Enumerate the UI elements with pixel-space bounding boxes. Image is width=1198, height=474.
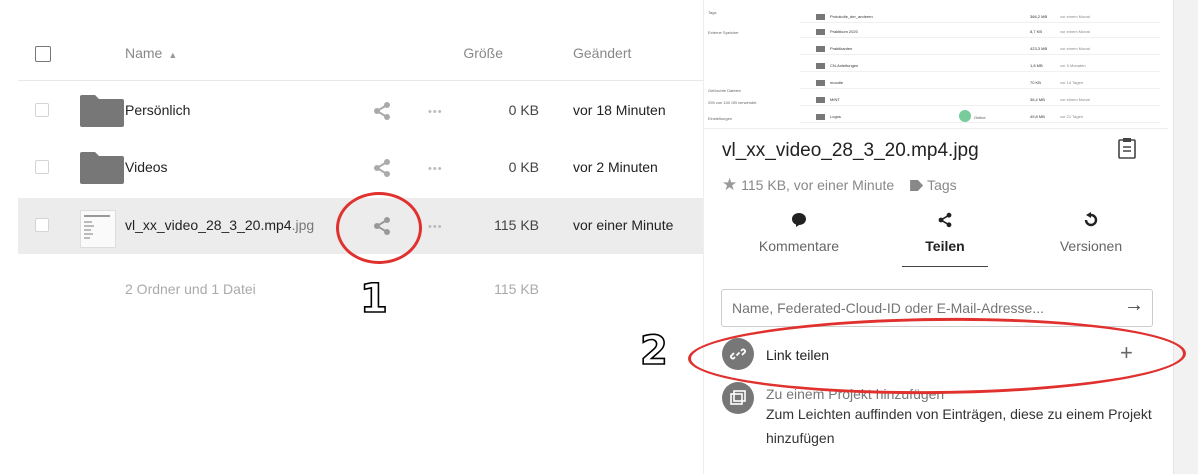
file-size: 115 KB bbox=[494, 217, 539, 233]
annotation-number-1: 1 bbox=[359, 275, 388, 323]
row-checkbox[interactable] bbox=[35, 218, 49, 232]
preview-nav-item: Gelöschte Dateien bbox=[708, 88, 741, 93]
preview-row: Praktikanten 423,3 MB vor einem Monat bbox=[800, 44, 1160, 55]
file-name[interactable]: Videos bbox=[125, 159, 168, 175]
sidebar-file-title: vl_xx_video_28_3_20.mp4.jpg bbox=[722, 140, 979, 161]
file-modified: vor 2 Minuten bbox=[573, 159, 658, 175]
row-checkbox[interactable] bbox=[35, 103, 49, 117]
share-icon[interactable] bbox=[373, 158, 391, 178]
summary-count: 2 Ordner und 1 Datei bbox=[125, 281, 256, 297]
tab-comments[interactable]: Kommentare bbox=[724, 212, 874, 254]
image-thumbnail bbox=[80, 210, 116, 248]
annotation-number-2: 2 bbox=[639, 327, 668, 375]
summary-size: 115 KB bbox=[494, 281, 539, 297]
more-actions-icon[interactable]: ••• bbox=[428, 107, 443, 118]
favorite-star-icon[interactable]: ★ bbox=[722, 175, 737, 194]
add-to-project-description: Zum Leichten auffinden von Einträgen, di… bbox=[766, 406, 1152, 446]
folder-icon bbox=[80, 95, 124, 127]
table-row[interactable]: Persönlich ••• 0 KB vor 18 Minuten bbox=[18, 83, 703, 139]
preview-nav-item: 295 von 100 GB verwendet bbox=[708, 100, 757, 105]
right-edge-strip bbox=[1173, 0, 1198, 474]
more-actions-icon[interactable]: ••• bbox=[428, 164, 443, 175]
file-preview: Tags Externe Speicher Gelöschte Dateien … bbox=[704, 0, 1168, 129]
sort-ascending-icon: ▲ bbox=[168, 50, 178, 60]
annotation-circle-1 bbox=[336, 192, 422, 264]
clipboard-icon[interactable] bbox=[1118, 137, 1136, 159]
preview-row: CN-Anleitungen 1,8 MB vor 5 Monaten bbox=[800, 61, 1160, 72]
modified-column-header[interactable]: Geändert bbox=[573, 45, 631, 61]
sidebar-file-meta: ★ 115 KB, vor einer Minute Tags bbox=[722, 175, 957, 195]
tags-link[interactable]: Tags bbox=[927, 177, 957, 193]
folder-icon bbox=[80, 152, 124, 184]
tab-share[interactable]: Teilen bbox=[870, 212, 1020, 267]
preview-row: MINT 36,4 MB vor einem Monat bbox=[800, 95, 1160, 106]
preview-row: moodle 70 KB vor 14 Tagen bbox=[800, 78, 1160, 89]
history-icon bbox=[1016, 212, 1166, 232]
details-sidebar: Tags Externe Speicher Gelöschte Dateien … bbox=[703, 0, 1174, 474]
preview-badge: Online bbox=[974, 115, 986, 120]
share-icon[interactable] bbox=[373, 101, 391, 121]
arrow-right-icon[interactable]: → bbox=[1124, 294, 1144, 317]
size-column-header[interactable]: Größe bbox=[463, 45, 503, 61]
avatar bbox=[959, 110, 971, 122]
comment-icon bbox=[724, 212, 874, 232]
row-checkbox[interactable] bbox=[35, 160, 49, 174]
file-size-date: 115 KB, vor einer Minute bbox=[741, 177, 895, 193]
file-name[interactable]: Persönlich bbox=[125, 102, 190, 118]
more-actions-icon[interactable]: ••• bbox=[428, 222, 443, 233]
preview-nav-item: Tags bbox=[708, 10, 717, 15]
file-modified: vor 18 Minuten bbox=[573, 102, 666, 118]
tab-versions[interactable]: Versionen bbox=[1016, 212, 1166, 254]
file-size: 0 KB bbox=[508, 102, 539, 118]
share-icon bbox=[870, 212, 1020, 232]
table-row[interactable]: Videos ••• 0 KB vor 2 Minuten bbox=[18, 140, 703, 196]
project-icon bbox=[722, 382, 754, 414]
preview-row: Praktikum 2020 8,7 KB vor einem Monat bbox=[800, 27, 1160, 38]
preview-row: Protokolle_der_anderen 366,2 MB vor einem … bbox=[800, 12, 1160, 23]
file-name[interactable]: vl_xx_video_28_3_20.mp4.jpg bbox=[125, 217, 314, 233]
file-modified: vor einer Minute bbox=[573, 217, 674, 233]
tag-icon bbox=[910, 180, 924, 191]
preview-nav-item: Externe Speicher bbox=[708, 30, 739, 35]
file-size: 0 KB bbox=[508, 159, 539, 175]
select-all-checkbox[interactable] bbox=[35, 46, 51, 62]
file-list-header: Name ▲ Größe Geändert bbox=[18, 22, 703, 81]
name-column-header[interactable]: Name ▲ bbox=[125, 45, 177, 61]
preview-nav-item: Einstellungen bbox=[708, 116, 733, 121]
